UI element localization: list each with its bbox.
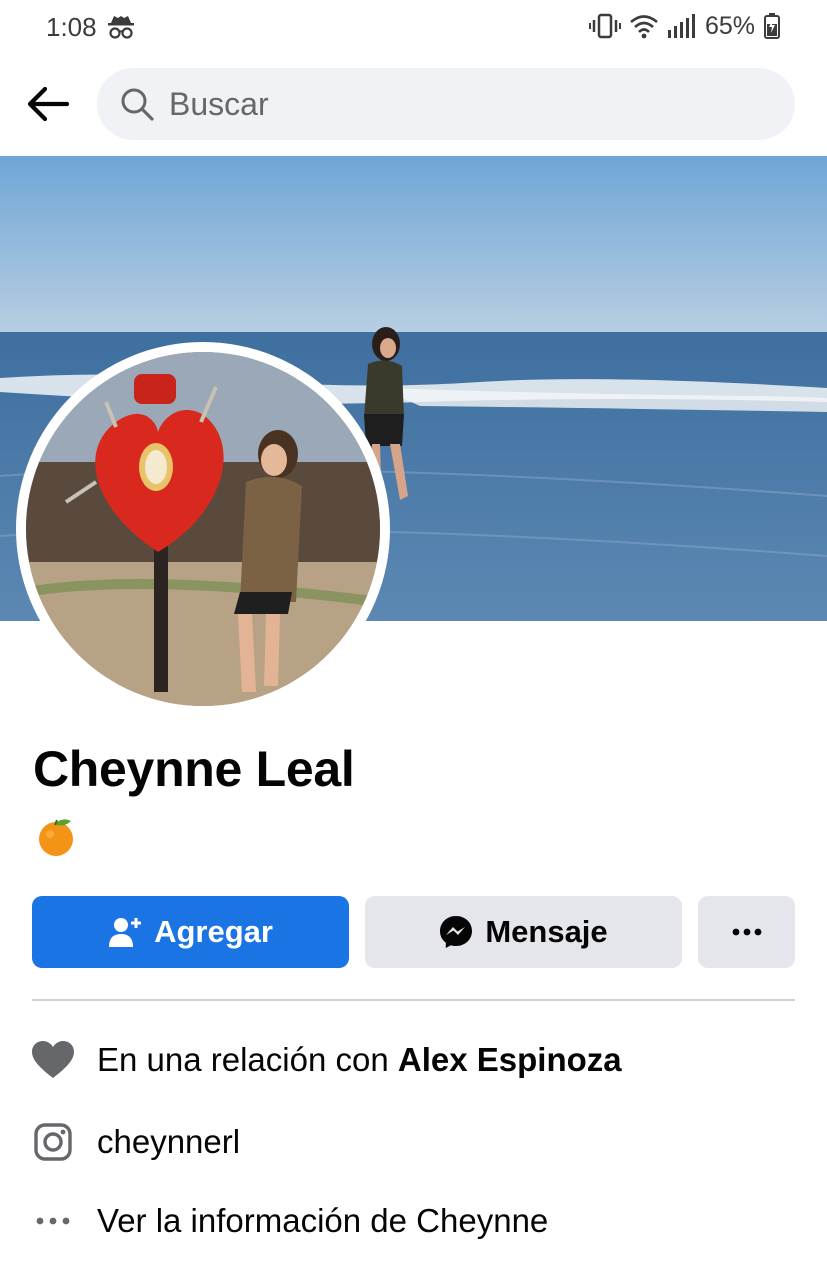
- heart-icon: [32, 1041, 74, 1078]
- message-button[interactable]: Mensaje: [365, 896, 682, 968]
- add-friend-button[interactable]: Agregar: [32, 896, 349, 968]
- instagram-row[interactable]: cheynnerl: [32, 1118, 240, 1166]
- profile-name: Cheynne Leal: [33, 741, 355, 797]
- messenger-icon: [440, 916, 473, 948]
- tangerine-emoji: [39, 819, 73, 856]
- add-friend-label: Agregar: [154, 914, 273, 949]
- see-info-text: Ver la información de Cheynne: [97, 1202, 549, 1239]
- more-dots-icon: [36, 1217, 70, 1225]
- search-icon: [121, 88, 154, 121]
- status-time: 1:08: [46, 12, 97, 42]
- status-indicators: 65%: [588, 10, 781, 42]
- instagram-icon: [34, 1123, 72, 1161]
- incognito-icon: [108, 16, 134, 39]
- see-info-row[interactable]: Ver la información de Cheynne: [32, 1197, 548, 1245]
- signal-icon: [667, 14, 695, 38]
- arrow-left-icon: [27, 86, 70, 122]
- search-input[interactable]: [169, 85, 749, 123]
- status-bar: 1:08 65%: [0, 0, 827, 54]
- battery-charging-icon: [764, 13, 780, 39]
- wifi-icon: [630, 15, 658, 39]
- search-bar[interactable]: [97, 68, 795, 140]
- relationship-partner-link[interactable]: Alex Espinoza: [398, 1041, 622, 1079]
- back-button[interactable]: [22, 80, 74, 128]
- vibrate-icon: [588, 13, 621, 39]
- add-friend-icon: [109, 918, 142, 947]
- more-dots-icon: [732, 928, 761, 936]
- more-options-button[interactable]: [698, 896, 795, 968]
- profile-picture-image: [26, 352, 380, 706]
- profile-picture[interactable]: [26, 352, 380, 706]
- relationship-row[interactable]: En una relación con Alex Espinoza: [32, 1036, 622, 1084]
- section-divider: [32, 999, 795, 1001]
- message-label: Mensaje: [485, 914, 608, 949]
- relationship-text: En una relación con: [97, 1041, 398, 1078]
- battery-percent: 65%: [704, 11, 755, 40]
- instagram-handle: cheynnerl: [97, 1123, 241, 1160]
